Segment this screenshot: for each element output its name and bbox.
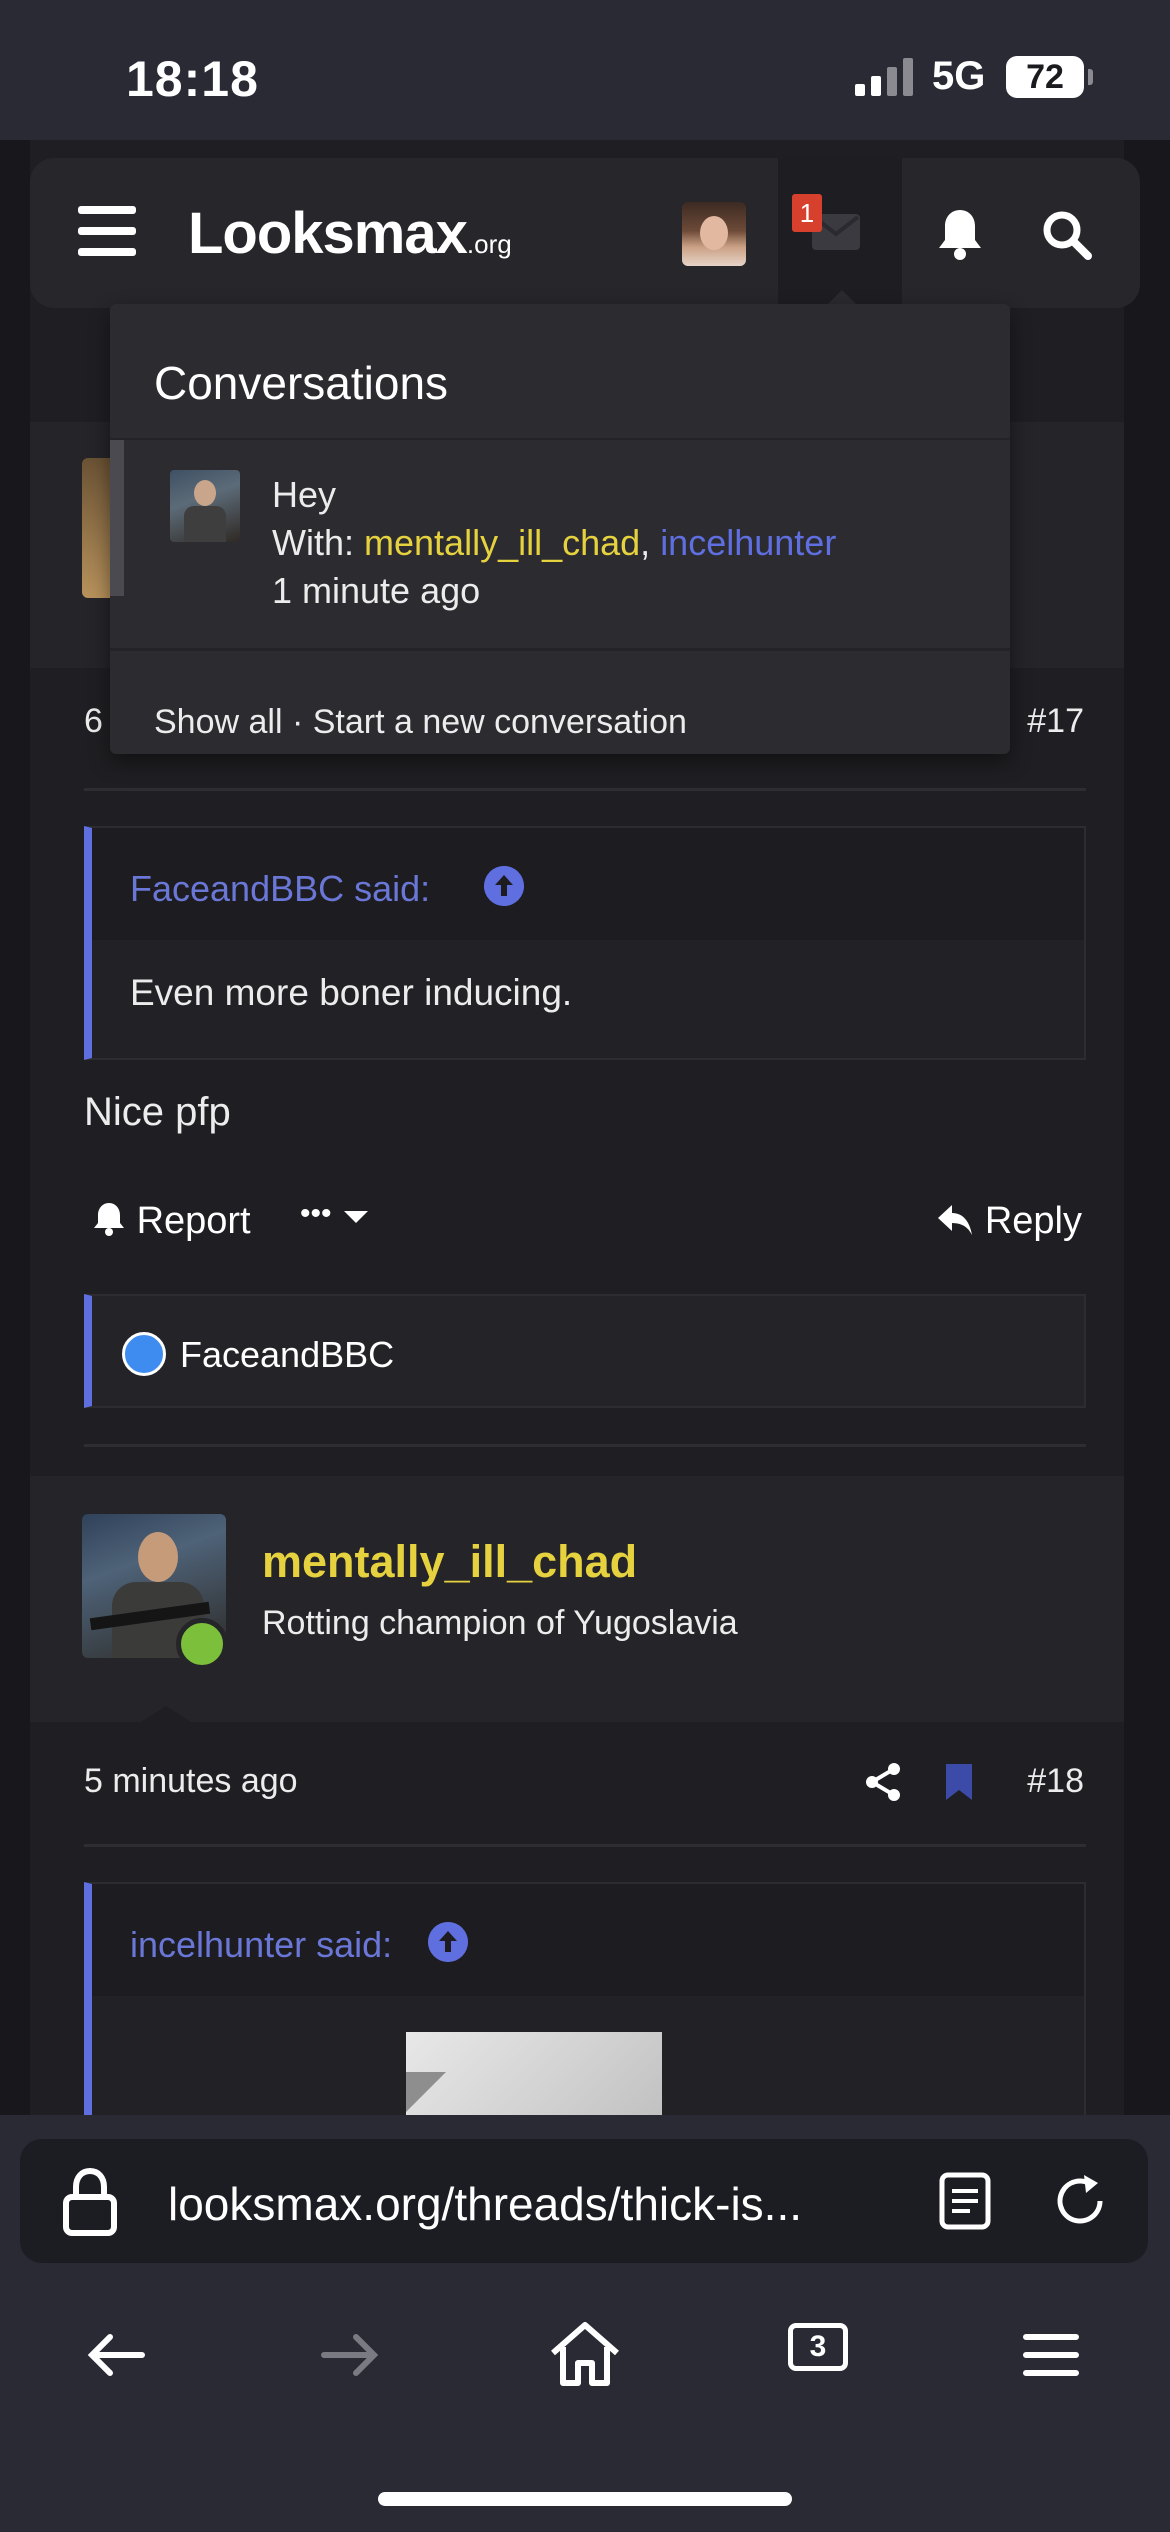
- address-bar[interactable]: looksmax.org/threads/thick-is...: [20, 2139, 1148, 2263]
- like-icon: [122, 1332, 166, 1376]
- top-navigation: Looksmax.org 1: [30, 158, 1140, 310]
- quote-text: Even more boner inducing.: [130, 972, 573, 1013]
- report-label: Report: [136, 1200, 251, 1242]
- post-18-meta: 5 minutes ago #18: [84, 1762, 1084, 1822]
- chevron-down-icon: [344, 1211, 369, 1223]
- report-button[interactable]: Report: [92, 1200, 251, 1243]
- back-arrow-icon[interactable]: [76, 2315, 156, 2395]
- forward-arrow-icon[interactable]: [310, 2315, 390, 2395]
- quote-block: incelhunter said:: [84, 1882, 1086, 2115]
- account-avatar[interactable]: [682, 202, 746, 266]
- status-bar: 18:18 5G 72: [0, 0, 1170, 140]
- more-options-button[interactable]: •••: [300, 1194, 370, 1237]
- search-icon[interactable]: [1040, 208, 1094, 262]
- menu-icon[interactable]: [78, 206, 136, 256]
- alerts-bell-icon[interactable]: [930, 204, 990, 264]
- more-label: •••: [300, 1197, 332, 1230]
- conversations-button[interactable]: 1: [778, 158, 902, 310]
- reply-label: Reply: [984, 1200, 1082, 1242]
- status-time: 18:18: [126, 51, 259, 107]
- post-18-number[interactable]: #18: [1027, 1762, 1084, 1801]
- conversation-avatar: [170, 470, 240, 542]
- quoted-image[interactable]: [406, 2032, 662, 2115]
- bookmark-icon[interactable]: [944, 1762, 974, 1802]
- post-username[interactable]: mentally_ill_chad: [262, 1536, 637, 1588]
- unread-badge: 1: [792, 194, 822, 232]
- browser-menu-icon[interactable]: [1014, 2315, 1094, 2395]
- separator: ,: [640, 522, 661, 563]
- divider: [84, 1844, 1086, 1847]
- url-text: looksmax.org/threads/thick-is...: [168, 2178, 803, 2230]
- quote-header: FaceandBBC said:: [92, 828, 1084, 940]
- battery-nub: [1088, 69, 1093, 85]
- quote-header: incelhunter said:: [92, 1884, 1084, 1996]
- participant-link[interactable]: mentally_ill_chad: [364, 522, 640, 563]
- reload-icon[interactable]: [1048, 2169, 1112, 2233]
- divider: [84, 1444, 1086, 1447]
- network-label: 5G: [932, 54, 986, 98]
- with-label: With:: [272, 522, 365, 563]
- post-17-actions: Report ••• Reply: [84, 1194, 1086, 1254]
- dropdown-footer-links[interactable]: Show all · Start a new conversation: [154, 703, 687, 742]
- online-status-indicator: [176, 1618, 228, 1670]
- reaction-user[interactable]: FaceandBBC: [180, 1334, 394, 1376]
- site-logo[interactable]: Looksmax.org: [188, 200, 512, 267]
- post-17-number[interactable]: #17: [1027, 702, 1084, 741]
- reply-button[interactable]: Reply: [936, 1200, 1082, 1243]
- quote-author[interactable]: incelhunter said:: [130, 1924, 392, 1966]
- conversation-time: 1 minute ago: [272, 570, 481, 611]
- quote-author[interactable]: FaceandBBC said:: [130, 868, 430, 910]
- logo-text: Looksmax: [188, 201, 468, 266]
- logo-suffix: .org: [466, 229, 512, 259]
- participant-link[interactable]: incelhunter: [660, 522, 836, 563]
- quote-block: FaceandBBC said: Even more boner inducin…: [84, 826, 1086, 1060]
- conversation-subject: Hey: [272, 474, 337, 515]
- divider: [110, 648, 1010, 651]
- bell-icon: [94, 1203, 124, 1236]
- browser-toolbar: looksmax.org/threads/thick-is... 3: [0, 2115, 1170, 2532]
- page-content[interactable]: 6 #17 FaceandBBC said: Even more boner i…: [0, 140, 1170, 2115]
- user-title: Rotting champion of Yugoslavia: [262, 1604, 738, 1642]
- divider: [84, 788, 1086, 791]
- reply-icon: [938, 1205, 973, 1235]
- conversation-participants: With: mentally_ill_chad, incelhunter: [272, 522, 836, 564]
- signal-icon: [855, 58, 915, 96]
- dropdown-title: Conversations: [154, 357, 449, 409]
- tabs-button[interactable]: 3: [784, 2315, 864, 2395]
- post-17-time[interactable]: 6: [84, 702, 103, 741]
- unread-indicator: [110, 440, 124, 596]
- lock-icon: [63, 2167, 117, 2236]
- post-18-header: mentally_ill_chad Rotting champion of Yu…: [30, 1476, 1124, 1724]
- reader-mode-icon[interactable]: [938, 2171, 992, 2231]
- conversations-dropdown: Conversations Hey With: mentally_ill_cha…: [110, 304, 1010, 754]
- share-icon[interactable]: [864, 1762, 902, 1802]
- home-icon[interactable]: [545, 2315, 625, 2395]
- post-17-body: Nice pfp: [84, 1090, 231, 1134]
- battery-icon: 72: [1006, 56, 1084, 98]
- jump-to-quote-icon[interactable]: [428, 1922, 468, 1962]
- post-18-time[interactable]: 5 minutes ago: [84, 1762, 298, 1801]
- home-indicator[interactable]: [378, 2492, 792, 2506]
- browser-nav-row: 3: [0, 2315, 1170, 2415]
- jump-to-quote-icon[interactable]: [484, 866, 524, 906]
- tab-count: 3: [788, 2323, 848, 2371]
- reaction-bar[interactable]: FaceandBBC: [84, 1294, 1086, 1408]
- conversation-item[interactable]: Hey With: mentally_ill_chad, incelhunter…: [110, 440, 1010, 650]
- avatar-pointer: [138, 1706, 194, 1724]
